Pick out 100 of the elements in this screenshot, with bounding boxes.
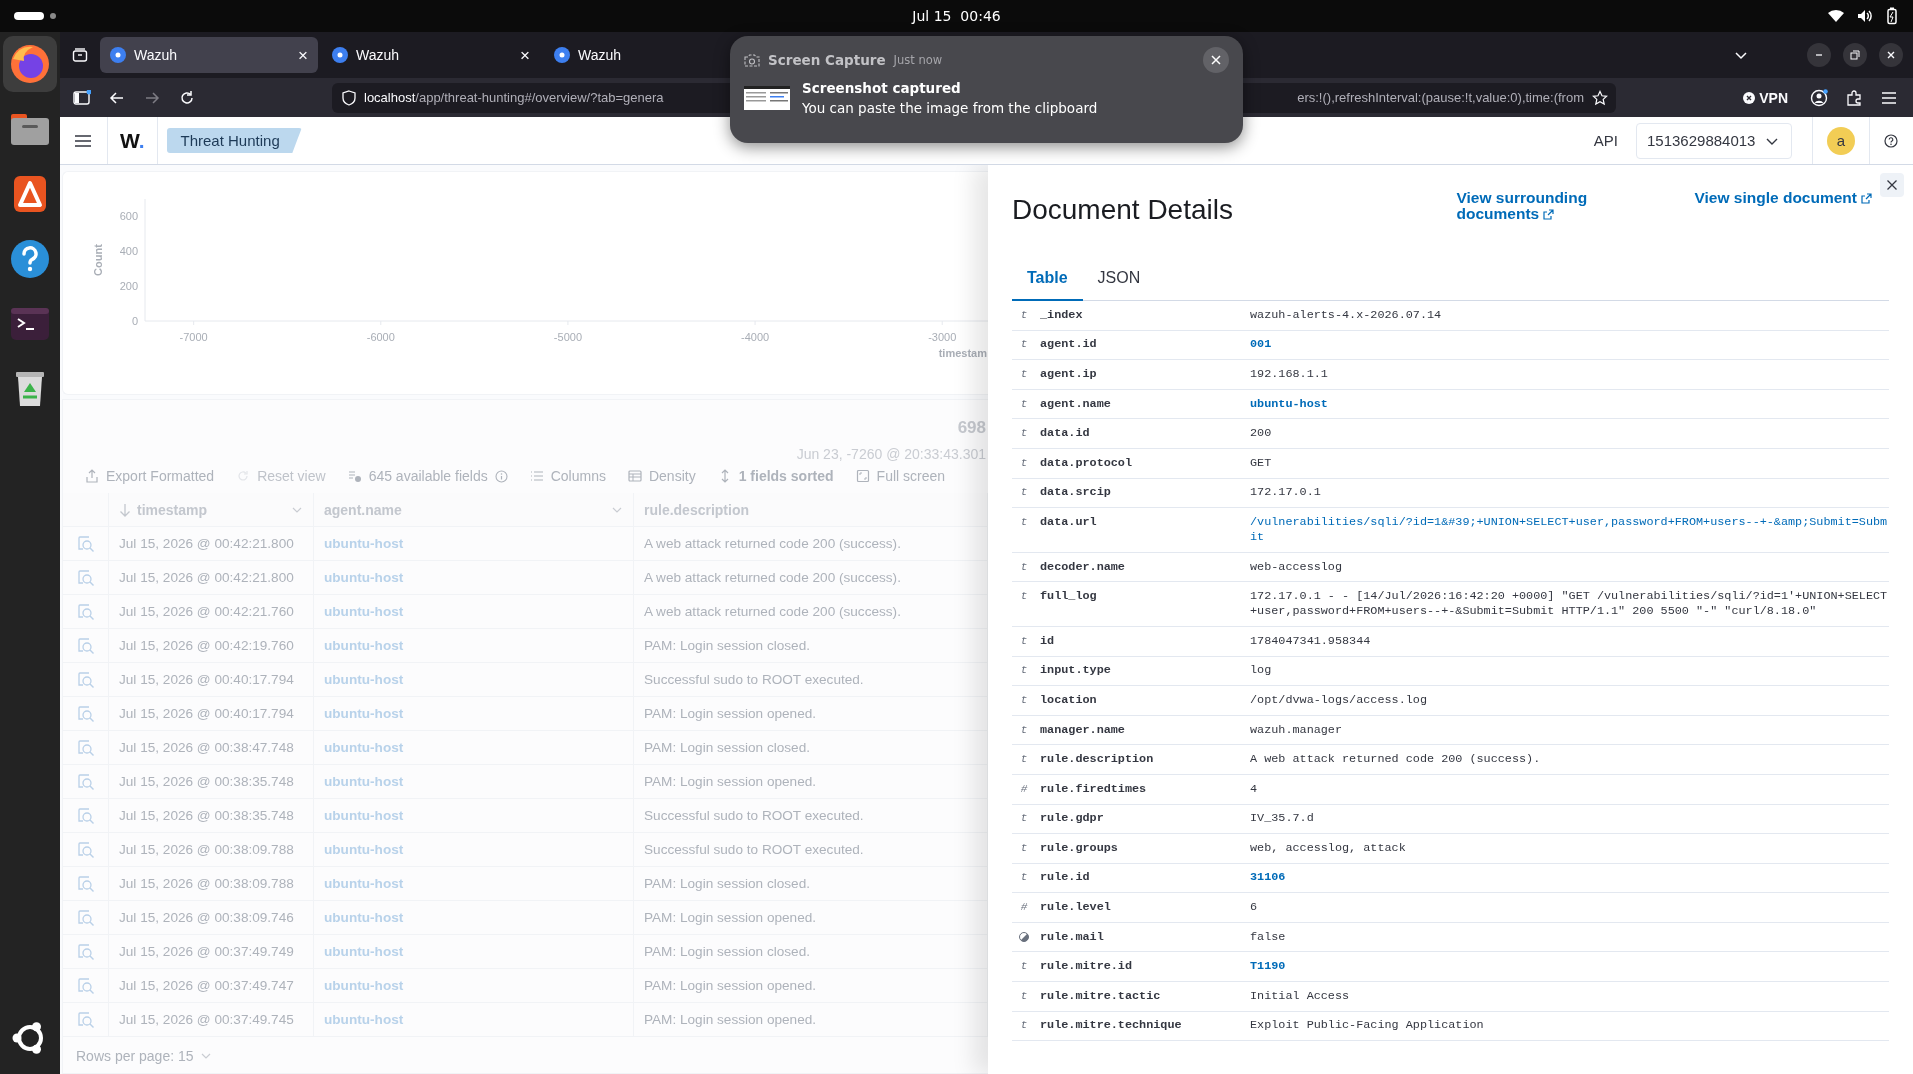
y-tick-label: 200: [119, 280, 138, 293]
field-name: _index: [1039, 307, 1084, 323]
field-name: agent.id: [1039, 337, 1098, 353]
table-cell: Jul 15, 2026 @ 00:37:49.747: [109, 969, 314, 1003]
field-name: data.id: [1039, 426, 1091, 442]
y-axis: 0 200 400 600: [119, 198, 146, 327]
field-name: rule.mitre.id: [1039, 959, 1134, 975]
field-value: 6: [1250, 900, 1259, 916]
table-cell: PAM: Login session opened.: [634, 697, 988, 731]
type-icon: t: [1012, 559, 1036, 575]
field-name: id: [1039, 633, 1056, 649]
api-label: API: [1593, 132, 1618, 149]
field-value: 172.17.0.1: [1250, 485, 1322, 501]
table-cell: PAM: Login session closed.: [634, 629, 988, 663]
type-icon: #: [1012, 781, 1036, 797]
field-value: web-accesslog: [1250, 559, 1344, 575]
field-name: input.type: [1039, 663, 1112, 679]
field-name: rule.level: [1039, 900, 1112, 916]
y-tick-label: 0: [131, 315, 138, 327]
table-cell: PAM: Login session opened.: [634, 1003, 988, 1037]
table-cell: PAM: Login session closed.: [634, 731, 988, 765]
table-cell: Jul 15, 2026 @ 00:38:09.746: [109, 901, 314, 935]
flyout-title: Document Details: [1012, 194, 1233, 226]
field-name: manager.name: [1039, 722, 1126, 738]
table-cell: Jul 15, 2026 @ 00:42:21.760: [109, 595, 314, 629]
table-cell: Jul 15, 2026 @ 00:38:47.748: [109, 731, 314, 765]
type-icon: t: [1012, 589, 1036, 620]
field-value: GET: [1250, 455, 1273, 471]
x-tick-label: -7000: [179, 331, 208, 343]
table-cell: PAM: Login session opened.: [634, 765, 988, 799]
x-axis: -7000 -6000 -5000 -4000 -3000: [144, 320, 989, 343]
field-name: data.srcip: [1039, 485, 1112, 501]
type-icon: t: [1012, 663, 1036, 679]
type-icon: #: [1012, 900, 1036, 916]
type-icon: t: [1012, 959, 1036, 975]
type-icon: t: [1012, 307, 1036, 323]
timestamp: Just now: [893, 53, 943, 67]
type-icon: t: [1012, 455, 1036, 471]
field-value: false: [1250, 929, 1287, 945]
table-cell: Jul 15, 2026 @ 00:40:17.794: [109, 697, 314, 731]
url-text: localhost/app/threat-hunting#/overview/?tab=genera: [364, 90, 664, 105]
type-icon: t: [1012, 367, 1036, 382]
type-icon: t: [1012, 752, 1036, 768]
table-cell: PAM: Login session closed.: [634, 935, 988, 969]
table-cell: Jul 15, 2026 @ 00:38:35.748: [109, 765, 314, 799]
type-icon: t: [1012, 485, 1036, 501]
table-cell: A web attack returned code 200 (success).: [634, 561, 988, 595]
table-cell: Jul 15, 2026 @ 00:40:17.794: [109, 663, 314, 697]
x-tick-label: -3000: [928, 331, 957, 343]
field-value: /opt/dvwa-logs/access.log: [1250, 692, 1428, 708]
field-value: log: [1250, 663, 1273, 679]
app-name: Screen Capture: [768, 52, 886, 68]
table-cell: Jul 15, 2026 @ 00:38:35.748: [109, 799, 314, 833]
table-cell: PAM: Login session opened.: [634, 969, 988, 1003]
field-value: 192.168.1.1: [1250, 367, 1329, 382]
x-tick-label: -6000: [366, 331, 395, 343]
notification-text: You can paste the image from the clipboard: [802, 100, 1098, 116]
x-tick-label: -4000: [741, 331, 770, 343]
table-cell: Jul 15, 2026 @ 00:38:09.788: [109, 833, 314, 867]
table-cell: Successful sudo to ROOT executed.: [634, 663, 988, 697]
table-cell: PAM: Login session closed.: [634, 867, 988, 901]
url-text: ers:!(),refreshInterval:(pause:!t,value:0),time:(from: [1297, 90, 1584, 105]
y-tick-label: 600: [119, 210, 138, 223]
type-icon: t: [1012, 426, 1036, 442]
field-name: rule.mitre.tactic: [1039, 988, 1162, 1004]
table-cell: Successful sudo to ROOT executed.: [634, 833, 988, 867]
type-icon: t: [1012, 514, 1036, 545]
axis-title: Count: [92, 244, 104, 276]
type-icon: t: [1012, 811, 1036, 827]
field-name: data.protocol: [1039, 455, 1134, 471]
field-name: rule.mitre.technique: [1039, 1018, 1183, 1034]
y-tick-label: 400: [119, 245, 138, 258]
field-value: wazuh-alerts-4.x-2026.07.14: [1250, 307, 1443, 323]
field-value: 200: [1250, 426, 1273, 442]
table-cell: Jul 15, 2026 @ 00:37:49.745: [109, 1003, 314, 1037]
field-name: full_log: [1039, 589, 1098, 606]
field-name: data.url: [1039, 514, 1098, 531]
table-cell: Jul 15, 2026 @ 00:37:49.749: [109, 935, 314, 969]
field-value: 1784047341.958344: [1250, 633, 1372, 649]
table-cell: Jul 15, 2026 @ 00:42:21.800: [109, 561, 314, 595]
type-icon: t: [1012, 396, 1036, 412]
field-name: rule.gdpr: [1039, 811, 1105, 827]
field-value: 172.17.0.1 - - [14/Jul/2026:16:42:20 +0000] "GET /vulnerabilities/sqli/?id=1'+UNION+SELECT+user,password+FROM+users--+-&Submit=Submit HTTP/1.1" 200 5500 "-" "curl/8.18.0": [1250, 589, 1889, 620]
table-cell: Jul 15, 2026 @ 00:42:19.760: [109, 629, 314, 663]
type-icon: t: [1012, 722, 1036, 738]
field-name: decoder.name: [1039, 559, 1126, 575]
field-name: rule.id: [1039, 870, 1091, 886]
field-name: agent.ip: [1039, 367, 1098, 382]
field-name: rule.mail: [1039, 929, 1105, 945]
table-cell: Successful sudo to ROOT executed.: [634, 799, 988, 833]
field-name: location: [1039, 692, 1098, 708]
table-cell: A web attack returned code 200 (success).: [634, 527, 988, 561]
field-value: IV_35.7.d: [1250, 811, 1315, 827]
table-cell: A web attack returned code 200 (success).: [634, 595, 988, 629]
type-icon: t: [1012, 337, 1036, 353]
field-name: rule.groups: [1039, 840, 1119, 856]
field-value: 4: [1250, 781, 1259, 797]
type-icon: t: [1012, 692, 1036, 708]
field-value: A web attack returned code 200 (success).: [1250, 752, 1542, 768]
type-icon: t: [1012, 633, 1036, 649]
